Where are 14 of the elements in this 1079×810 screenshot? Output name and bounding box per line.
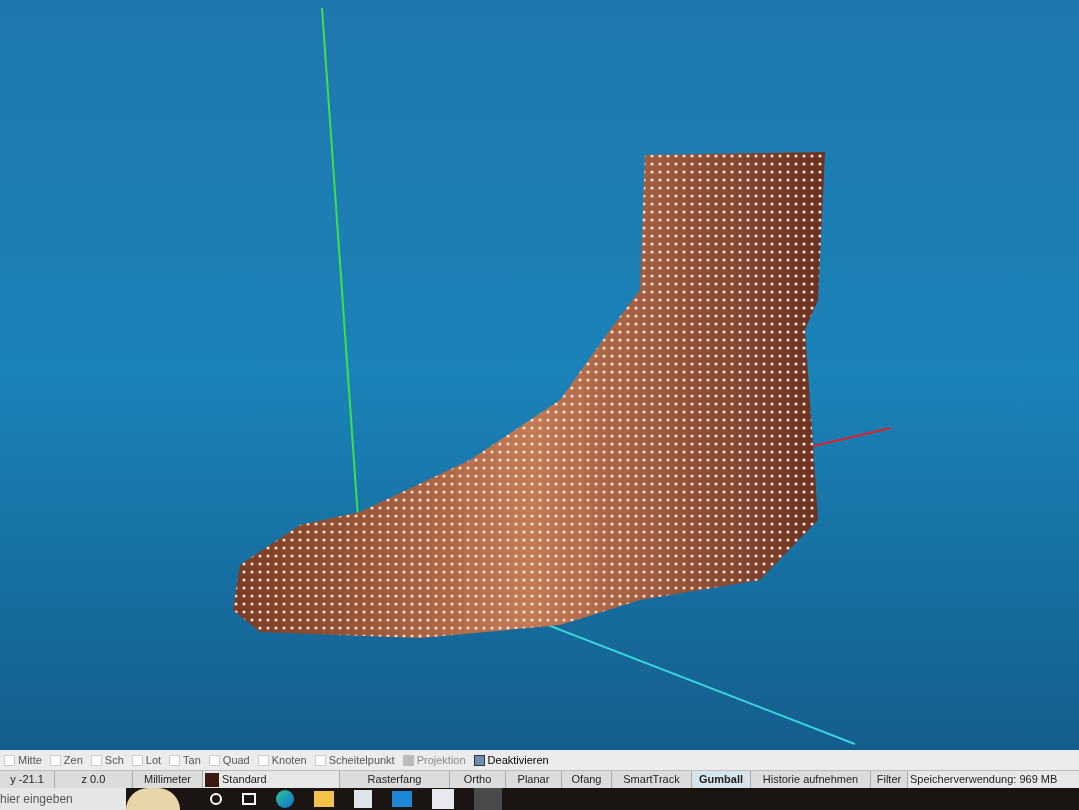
osnap-checkbox[interactable]: Mitte [4,751,42,769]
osnap-checkbox[interactable]: Knoten [257,751,307,769]
task-view-icon[interactable] [242,793,256,805]
taskbar-search-field[interactable]: hier eingeben [0,788,126,810]
osnap-checkbox[interactable]: Sch [90,751,124,769]
osnap-checkbox[interactable]: Zen [49,751,83,769]
browser-icon[interactable] [276,790,294,808]
osnap-checkbox[interactable]: Tan [169,751,201,769]
osnap-checkbox[interactable]: Lot [131,751,162,769]
status-toggle[interactable]: Gumball [692,771,751,788]
memory-usage: Speicherverwendung: 969 MB [908,771,1079,788]
osnap-checkbox[interactable]: Quad [208,751,250,769]
osnap-checkbox[interactable]: Deaktivieren [473,751,549,769]
osnap-checkbox[interactable]: Scheitelpunkt [314,751,395,769]
